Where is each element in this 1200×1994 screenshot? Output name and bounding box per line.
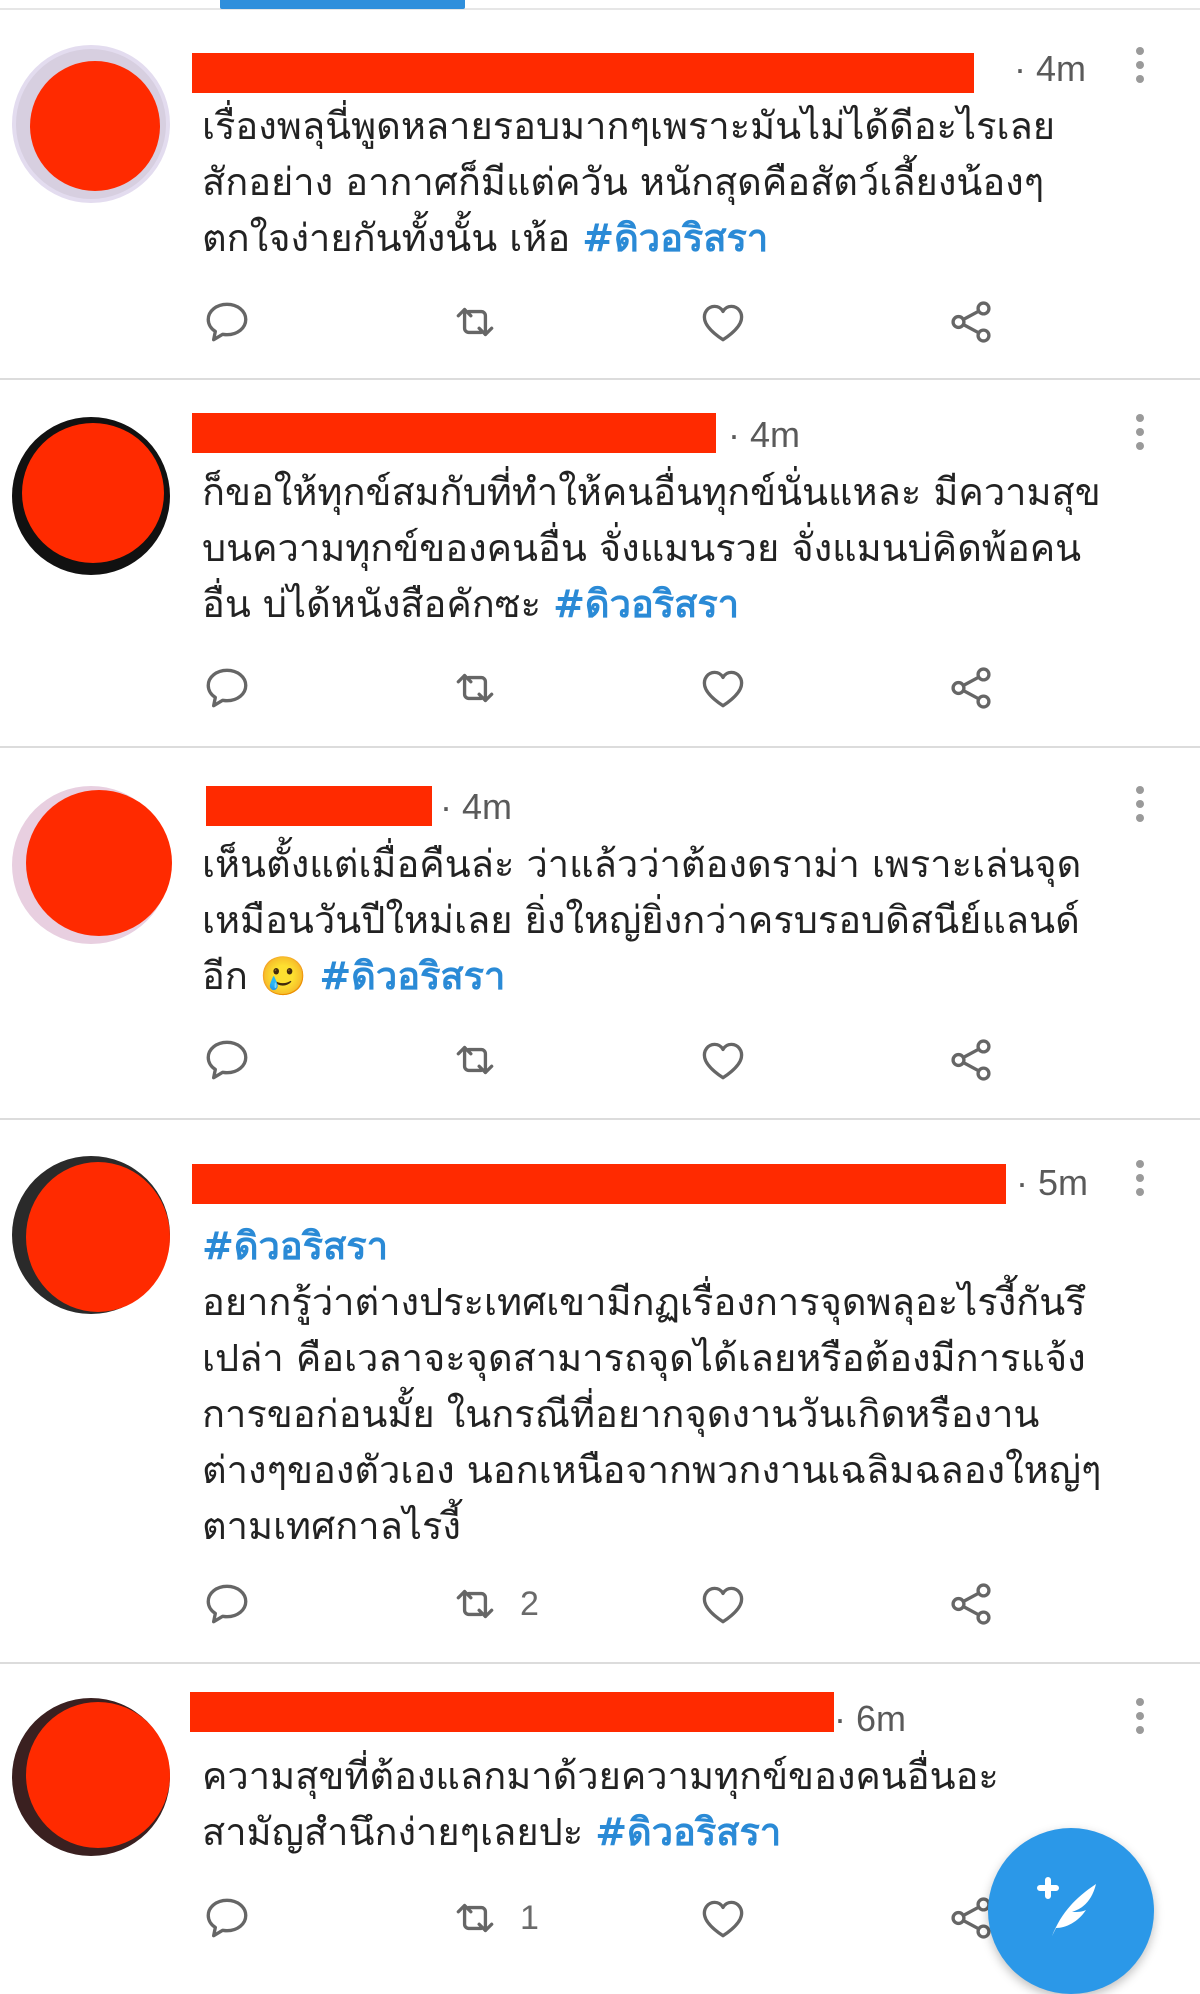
- avatar[interactable]: [12, 1156, 170, 1314]
- tweet-time: · 5m: [1016, 1162, 1088, 1203]
- share-button[interactable]: [946, 1030, 996, 1090]
- hashtag-link[interactable]: #ดิวอริสรา: [582, 216, 768, 260]
- heart-icon: [702, 670, 744, 708]
- reply-icon: [206, 1898, 248, 1938]
- retweet-count: 1: [520, 1898, 539, 1937]
- tweet-text: ความสุขที่ต้องแลกมาด้วยความทุกข์ของคนอื่…: [202, 1754, 999, 1854]
- redacted-username: [206, 786, 432, 826]
- tweet-3[interactable]: · 4m เห็นตั้งแต่เมื่อคืนล่ะ ว่าแล้วว่าต้…: [0, 748, 1200, 1120]
- heart-icon: [702, 1900, 744, 1938]
- tweet-4[interactable]: · 5m #ดิวอริสรา อยากรู้ว่าต่างประเทศเขาม…: [0, 1120, 1200, 1664]
- avatar[interactable]: [12, 1698, 170, 1856]
- tweet-time: · 4m: [1014, 48, 1086, 89]
- retweet-button[interactable]: 2: [450, 1574, 539, 1634]
- compose-tweet-icon: [1037, 1877, 1096, 1936]
- avatar[interactable]: [12, 786, 172, 944]
- retweet-icon: [456, 673, 494, 703]
- tweet-actions: [202, 1030, 1022, 1090]
- tweet-text: เรื่องพลุนี่พูดหลายรอบมากๆเพราะมันไม่ได้…: [202, 104, 1056, 260]
- more-vertical-icon[interactable]: [1134, 414, 1146, 454]
- tweet-actions: [202, 292, 1022, 352]
- tweet-time: · 4m: [440, 786, 512, 827]
- heart-icon: [702, 304, 744, 342]
- retweet-count: 2: [520, 1584, 539, 1623]
- tweet-text: ก็ขอให้ทุกข์สมกับที่ทำให้คนอื่นทุกข์นั่น…: [202, 470, 1101, 626]
- share-button[interactable]: [946, 1574, 996, 1634]
- retweet-button[interactable]: 1: [450, 1888, 539, 1948]
- reply-button[interactable]: [202, 658, 252, 718]
- like-button[interactable]: [698, 1574, 748, 1634]
- like-button[interactable]: [698, 1888, 748, 1948]
- tweet-time: · 6m: [834, 1698, 906, 1739]
- like-button[interactable]: [698, 1030, 748, 1090]
- hashtag-link[interactable]: #ดิวอริสรา: [553, 582, 739, 626]
- reply-button[interactable]: [202, 1030, 252, 1090]
- more-vertical-icon[interactable]: [1134, 1698, 1146, 1738]
- reply-icon: [206, 302, 248, 342]
- retweet-icon: [456, 1045, 494, 1075]
- redacted-username: [192, 413, 716, 453]
- avatar[interactable]: [12, 45, 170, 203]
- compose-tweet-button[interactable]: [988, 1828, 1154, 1994]
- redacted-username: [192, 53, 974, 93]
- heart-icon: [702, 1042, 744, 1080]
- retweet-button[interactable]: [450, 1030, 520, 1090]
- tweet-text: เห็นตั้งแต่เมื่อคืนล่ะ ว่าแล้วว่าต้องดรา…: [202, 842, 1082, 998]
- emoji: 🥲: [259, 954, 308, 998]
- like-button[interactable]: [698, 292, 748, 352]
- share-button[interactable]: [946, 658, 996, 718]
- more-vertical-icon[interactable]: [1134, 47, 1146, 87]
- tweet-actions: 2: [202, 1574, 1022, 1634]
- reply-button[interactable]: [202, 1574, 252, 1634]
- retweet-button[interactable]: [450, 292, 520, 352]
- tweet-actions: [202, 658, 1022, 718]
- share-icon: [951, 667, 991, 709]
- retweet-button[interactable]: [450, 658, 520, 718]
- reply-icon: [206, 1040, 248, 1080]
- retweet-icon: [456, 307, 494, 337]
- tweet-time: · 4m: [728, 414, 800, 455]
- tweet-actions: 1: [202, 1888, 1022, 1948]
- share-icon: [951, 1583, 991, 1625]
- redacted-username: [192, 1164, 1006, 1204]
- reply-button[interactable]: [202, 1888, 252, 1948]
- like-button[interactable]: [698, 658, 748, 718]
- share-icon: [951, 1039, 991, 1081]
- reply-icon: [206, 668, 248, 708]
- more-vertical-icon[interactable]: [1134, 786, 1146, 826]
- tweet-text: #ดิวอริสรา อยากรู้ว่าต่างประเทศเขามีกฏเร…: [202, 1224, 1102, 1548]
- hashtag-link[interactable]: #ดิวอริสรา: [319, 954, 505, 998]
- more-vertical-icon[interactable]: [1134, 1160, 1146, 1200]
- share-button[interactable]: [946, 292, 996, 352]
- retweet-icon: [456, 1589, 494, 1619]
- heart-icon: [702, 1586, 744, 1624]
- retweet-icon: [456, 1903, 494, 1933]
- share-icon: [951, 301, 991, 343]
- tweet-2[interactable]: · 4m ก็ขอให้ทุกข์สมกับที่ทำให้คนอื่นทุกข…: [0, 380, 1200, 748]
- avatar[interactable]: [12, 417, 170, 575]
- reply-button[interactable]: [202, 292, 252, 352]
- hashtag-link[interactable]: #ดิวอริสรา: [595, 1810, 781, 1854]
- hashtag-link[interactable]: #ดิวอริสรา: [202, 1224, 388, 1268]
- redacted-username: [190, 1692, 834, 1732]
- reply-icon: [206, 1584, 248, 1624]
- tweet-1[interactable]: · 4m เรื่องพลุนี่พูดหลายรอบมากๆเพราะมันไ…: [0, 0, 1200, 380]
